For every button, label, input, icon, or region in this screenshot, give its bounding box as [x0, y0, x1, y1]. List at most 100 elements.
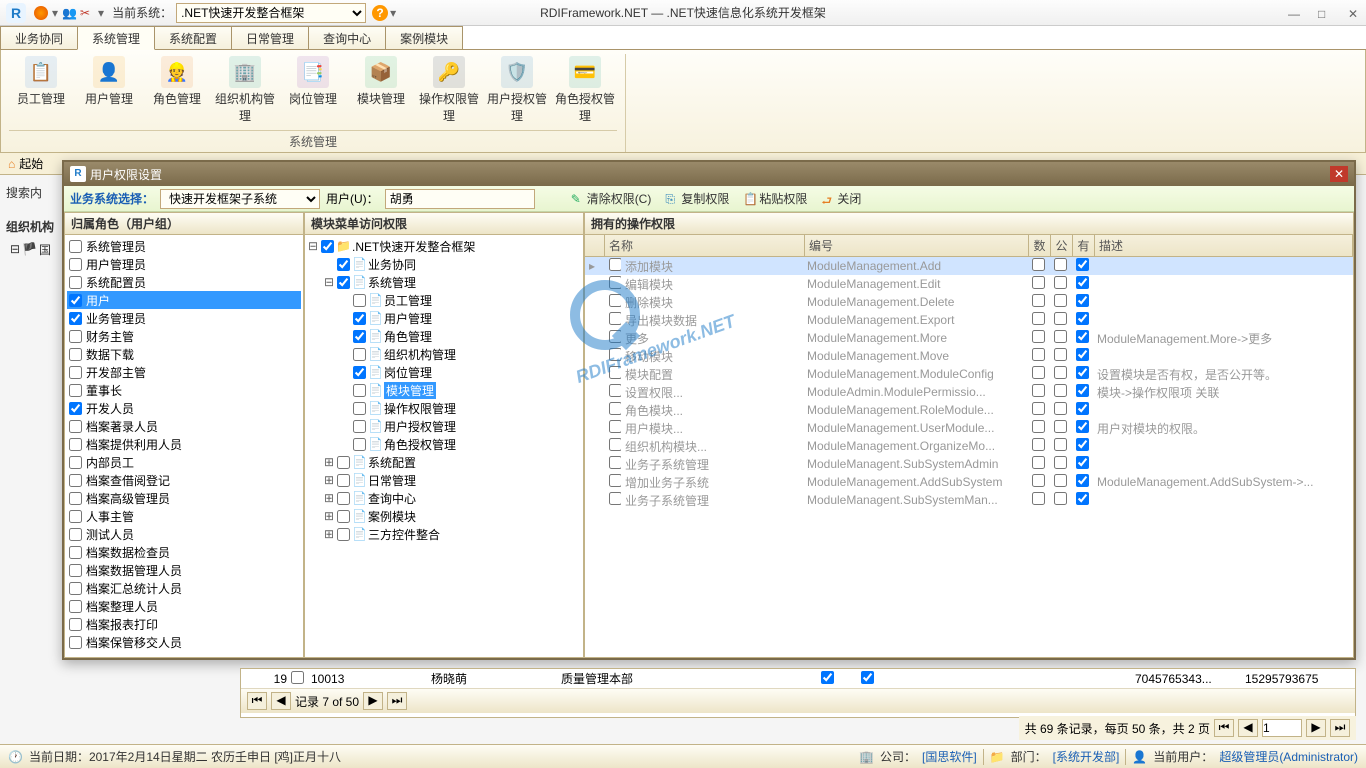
perm-chk1[interactable] — [1032, 402, 1045, 415]
permission-row[interactable]: 角色模块...ModuleManagement.RoleModule... — [585, 401, 1353, 419]
ribbon-button[interactable]: 👤用户管理 — [77, 54, 141, 126]
perm-checkbox[interactable] — [609, 438, 621, 451]
perm-chk2[interactable] — [1054, 402, 1067, 415]
help-icon[interactable]: ? — [372, 5, 388, 21]
ribbon-button[interactable]: 🛡️用户授权管理 — [485, 54, 549, 126]
expand-icon[interactable]: ⊟ — [10, 242, 20, 256]
perm-chk1[interactable] — [1032, 420, 1045, 433]
perm-chk3[interactable] — [1076, 312, 1089, 325]
perm-checkbox[interactable] — [609, 294, 621, 307]
module-tree-node[interactable]: 📄模块管理 — [307, 381, 581, 399]
module-tree-node[interactable]: 📄业务协同 — [307, 255, 581, 273]
perm-chk2[interactable] — [1054, 312, 1067, 325]
permission-row[interactable]: 模块配置ModuleManagement.ModuleConfig设置模块是否有… — [585, 365, 1353, 383]
permission-row[interactable]: 业务子系统管理ModuleManagent.SubSystemMan... — [585, 491, 1353, 509]
permission-row[interactable]: ▸添加模块ModuleManagement.Add — [585, 257, 1353, 275]
col-name[interactable]: 名称 — [605, 235, 805, 256]
role-item[interactable]: 用户管理员 — [67, 255, 301, 273]
start-tab-label[interactable]: 起始 — [19, 155, 43, 172]
perm-chk1[interactable] — [1032, 348, 1045, 361]
permission-row[interactable]: 删除模块ModuleManagement.Delete — [585, 293, 1353, 311]
expand-icon[interactable]: ⊟ — [307, 239, 319, 253]
role-item[interactable]: 档案整理人员 — [67, 597, 301, 615]
module-tree-node[interactable]: 📄员工管理 — [307, 291, 581, 309]
module-checkbox[interactable] — [321, 240, 334, 253]
perm-checkbox[interactable] — [609, 312, 621, 325]
role-checkbox[interactable] — [69, 564, 82, 577]
perm-chk1[interactable] — [1032, 384, 1045, 397]
main-tab[interactable]: 日常管理 — [231, 26, 309, 49]
role-checkbox[interactable] — [69, 510, 82, 523]
module-tree-node[interactable]: 📄用户管理 — [307, 309, 581, 327]
main-tab[interactable]: 查询中心 — [308, 26, 386, 49]
permission-row[interactable]: 编辑模块ModuleManagement.Edit — [585, 275, 1353, 293]
pager-page-input[interactable] — [1262, 719, 1302, 737]
main-tab[interactable]: 案例模块 — [385, 26, 463, 49]
module-checkbox[interactable] — [337, 510, 350, 523]
row-checkbox[interactable] — [821, 671, 834, 684]
pager-prev-button[interactable]: ◀ — [1238, 719, 1258, 737]
module-checkbox[interactable] — [353, 312, 366, 325]
clear-permission-button[interactable]: ✎清除权限(C) — [567, 188, 656, 209]
role-item[interactable]: 档案提供利用人员 — [67, 435, 301, 453]
role-checkbox[interactable] — [69, 384, 82, 397]
perm-chk3[interactable] — [1076, 456, 1089, 469]
perm-chk1[interactable] — [1032, 492, 1045, 505]
role-item[interactable]: 系统配置员 — [67, 273, 301, 291]
role-item[interactable]: 系统管理员 — [67, 237, 301, 255]
perm-chk2[interactable] — [1054, 438, 1067, 451]
module-tree-node[interactable]: ⊞📄查询中心 — [307, 489, 581, 507]
module-checkbox[interactable] — [337, 528, 350, 541]
role-checkbox[interactable] — [69, 312, 82, 325]
col-c1[interactable]: 数 — [1029, 235, 1051, 256]
role-checkbox[interactable] — [69, 528, 82, 541]
perm-checkbox[interactable] — [609, 348, 621, 361]
dropdown-icon[interactable]: ▾ — [390, 6, 396, 20]
pager-last-button[interactable]: ⏭ — [1330, 719, 1350, 737]
module-checkbox[interactable] — [353, 348, 366, 361]
role-item[interactable]: 档案报表打印 — [67, 615, 301, 633]
module-tree-node[interactable]: ⊞📄系统配置 — [307, 453, 581, 471]
dropdown-icon[interactable]: ▾ — [98, 6, 104, 20]
dialog-close-button[interactable]: ✕ — [1330, 166, 1348, 182]
minimize-button[interactable]: — — [1288, 7, 1300, 19]
role-checkbox[interactable] — [69, 546, 82, 559]
col-code[interactable]: 编号 — [805, 235, 1029, 256]
perm-checkbox[interactable] — [609, 456, 621, 469]
col-c3[interactable]: 有 — [1073, 235, 1095, 256]
module-checkbox[interactable] — [353, 384, 366, 397]
grid-row[interactable]: 19 10013 杨晓萌 质量管理本部 7045765343... 152957… — [241, 669, 1355, 689]
role-item[interactable]: 内部员工 — [67, 453, 301, 471]
perm-chk2[interactable] — [1054, 294, 1067, 307]
perm-chk3[interactable] — [1076, 384, 1089, 397]
role-checkbox[interactable] — [69, 348, 82, 361]
perm-chk1[interactable] — [1032, 294, 1045, 307]
users-icon[interactable]: 👥 — [62, 6, 76, 20]
module-tree-node[interactable]: ⊞📄日常管理 — [307, 471, 581, 489]
module-tree-node[interactable]: 📄操作权限管理 — [307, 399, 581, 417]
role-item[interactable]: 档案著录人员 — [67, 417, 301, 435]
perm-checkbox[interactable] — [609, 366, 621, 379]
module-checkbox[interactable] — [353, 438, 366, 451]
role-item[interactable]: 数据下载 — [67, 345, 301, 363]
role-item[interactable]: 人事主管 — [67, 507, 301, 525]
main-tab[interactable]: 系统管理 — [77, 26, 155, 50]
tools-icon[interactable]: ✂ — [80, 6, 94, 20]
perm-checkbox[interactable] — [609, 474, 621, 487]
perm-chk1[interactable] — [1032, 438, 1045, 451]
perm-chk1[interactable] — [1032, 258, 1045, 271]
role-checkbox[interactable] — [69, 420, 82, 433]
role-checkbox[interactable] — [69, 240, 82, 253]
perm-chk2[interactable] — [1054, 366, 1067, 379]
perm-chk3[interactable] — [1076, 402, 1089, 415]
perm-chk2[interactable] — [1054, 492, 1067, 505]
paste-permission-button[interactable]: 📋粘贴权限 — [739, 188, 811, 209]
permission-row[interactable]: 组织机构模块...ModuleManagement.OrganizeMo... — [585, 437, 1353, 455]
role-checkbox[interactable] — [69, 600, 82, 613]
expand-icon[interactable]: ⊞ — [323, 509, 335, 523]
perm-chk1[interactable] — [1032, 366, 1045, 379]
perm-chk3[interactable] — [1076, 348, 1089, 361]
role-checkbox[interactable] — [69, 582, 82, 595]
module-tree-node[interactable]: 📄角色管理 — [307, 327, 581, 345]
expand-icon[interactable]: ⊟ — [323, 275, 335, 289]
